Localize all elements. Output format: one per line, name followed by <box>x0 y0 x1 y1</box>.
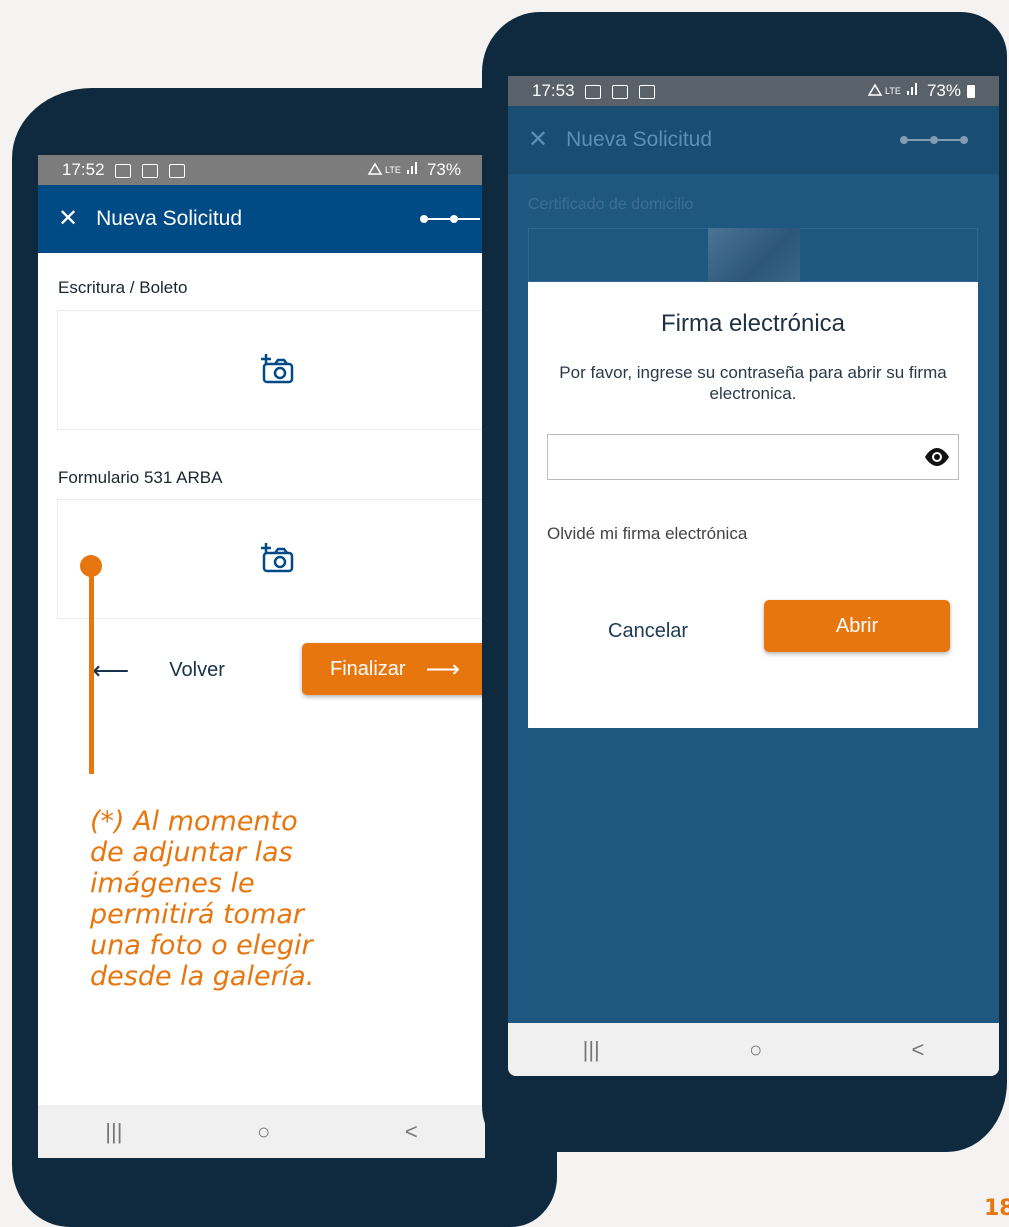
status-bar: 17:53 LTE 73% <box>508 76 999 106</box>
status-bar: 17:52 LTE 73% <box>38 155 485 185</box>
app-toolbar: ✕ Nueva Solicitud <box>38 185 485 253</box>
page-number: 18 <box>984 1196 1009 1221</box>
arrow-left-icon: ⟵ <box>92 654 130 685</box>
forgot-signature-link[interactable]: Olvidé mi firma electrónica <box>547 524 747 544</box>
recents-icon[interactable]: ||| <box>583 1037 600 1063</box>
recents-icon[interactable]: ||| <box>105 1119 122 1145</box>
system-nav-bar: ||| ○ < <box>508 1023 999 1076</box>
app-notification-icon <box>612 84 629 99</box>
gallery-notification-icon <box>585 84 602 99</box>
home-icon[interactable]: ○ <box>749 1037 762 1063</box>
back-nav-icon[interactable]: < <box>405 1119 418 1145</box>
status-time: 17:52 <box>62 160 105 179</box>
gallery-notification-icon <box>115 163 132 178</box>
status-time: 17:53 <box>532 81 575 100</box>
step-indicator <box>900 106 968 174</box>
close-icon: ✕ <box>528 126 549 153</box>
signal-icon: LTE <box>867 81 921 102</box>
page-title: Nueva Solicitud <box>566 128 713 151</box>
upload-box-formulario[interactable] <box>57 499 485 619</box>
dialog-title: Firma electrónica <box>660 310 846 337</box>
close-icon[interactable]: ✕ <box>58 207 78 231</box>
dialog-message: Por favor, ingrese su contraseña para ab… <box>559 363 947 403</box>
home-icon[interactable]: ○ <box>257 1119 270 1145</box>
arrow-right-icon: ⟶ <box>425 655 460 683</box>
annotation-text: (*) Al momento de adjuntar las imágenes … <box>90 806 315 992</box>
open-button[interactable]: Abrir <box>764 600 950 652</box>
add-photo-icon[interactable] <box>261 352 295 389</box>
attached-image-thumbnail <box>708 228 800 282</box>
add-photo-icon[interactable] <box>261 541 295 578</box>
app-notification-icon <box>142 163 159 178</box>
cancel-button[interactable]: Cancelar <box>608 620 688 643</box>
right-phone-screen: 17:53 LTE 73% ✕ Nueva Solicitud Certific… <box>508 76 999 1076</box>
step-indicator <box>420 185 480 253</box>
back-button-label: Volver <box>169 658 225 681</box>
finish-button[interactable]: Finalizar ⟶ <box>302 643 485 695</box>
background-field-label: Certificado de domicilio <box>528 196 694 213</box>
finish-button-label: Finalizar <box>330 657 406 680</box>
annotation-pointer-dot <box>80 555 102 577</box>
calendar-notification-icon <box>638 84 655 99</box>
svg-text:LTE: LTE <box>385 165 401 175</box>
page-title: Nueva Solicitud <box>96 207 243 230</box>
signature-dialog: Firma electrónica Por favor, ingrese su … <box>528 282 978 728</box>
battery-icon <box>967 84 975 98</box>
system-nav-bar: ||| ○ < <box>38 1105 485 1158</box>
field-label-escritura: Escritura / Boleto <box>58 278 188 297</box>
calendar-notification-icon <box>168 163 185 178</box>
back-nav-icon[interactable]: < <box>912 1037 925 1063</box>
password-field[interactable] <box>547 434 959 480</box>
eye-icon[interactable] <box>924 447 950 472</box>
annotation-pointer-line <box>89 564 94 774</box>
upload-box-escritura[interactable] <box>57 310 485 430</box>
field-label-formulario: Formulario 531 ARBA <box>58 468 223 487</box>
svg-text:LTE: LTE <box>885 86 901 96</box>
back-button[interactable]: ⟵ Volver <box>92 655 225 685</box>
battery-level: 73% <box>426 160 461 179</box>
left-phone-screen: 17:52 LTE 73% ✕ Nueva Solicitud Escritur… <box>38 155 485 1158</box>
battery-level: 73% <box>926 81 961 100</box>
signal-icon: LTE <box>367 160 421 181</box>
